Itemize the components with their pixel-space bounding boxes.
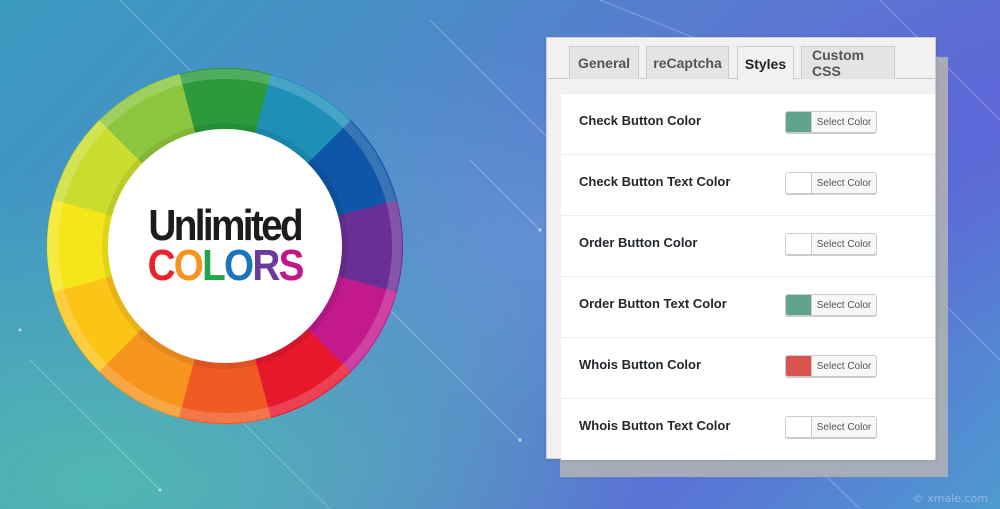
setting-row-order-button-color: Order Button Color Select Color bbox=[561, 216, 935, 277]
setting-row-check-button-color: Check Button Color Select Color bbox=[561, 94, 935, 155]
select-color-label: Select Color bbox=[816, 299, 872, 311]
logo-letter: O bbox=[223, 241, 254, 290]
watermark: © xmale.com bbox=[912, 492, 988, 505]
logo-word-unlimited: Unlimited bbox=[148, 201, 304, 250]
setting-label: Order Button Text Color bbox=[579, 296, 727, 311]
select-color-button[interactable]: Select Color bbox=[785, 355, 877, 377]
select-color-button[interactable]: Select Color bbox=[785, 111, 877, 133]
select-color-button[interactable]: Select Color bbox=[785, 233, 877, 255]
color-swatch[interactable] bbox=[786, 234, 812, 254]
logo-letter: C bbox=[147, 241, 175, 290]
logo-letter: O bbox=[173, 241, 204, 290]
select-color-label: Select Color bbox=[816, 421, 872, 433]
tab-custom-css[interactable]: Custom CSS bbox=[801, 46, 895, 79]
setting-row-whois-button-color: Whois Button Color Select Color bbox=[561, 338, 935, 399]
style-settings-list: Check Button Color Select Color Check Butt… bbox=[561, 94, 935, 460]
select-color-label: Select Color bbox=[816, 238, 872, 250]
unlimited-colors-logo: Unlimited COLORS bbox=[108, 129, 342, 363]
color-swatch[interactable] bbox=[786, 417, 812, 437]
setting-row-check-button-text-color: Check Button Text Color Select Color bbox=[561, 155, 935, 216]
select-color-label: Select Color bbox=[816, 360, 872, 372]
logo-word-colors: COLORS bbox=[147, 244, 304, 288]
logo-letter: S bbox=[278, 241, 304, 290]
tab-general[interactable]: General bbox=[569, 46, 639, 79]
color-swatch[interactable] bbox=[786, 295, 812, 315]
setting-label: Check Button Text Color bbox=[579, 174, 731, 189]
select-color-button[interactable]: Select Color bbox=[785, 294, 877, 316]
setting-row-order-button-text-color: Order Button Text Color Select Color bbox=[561, 277, 935, 338]
select-color-label: Select Color bbox=[816, 177, 872, 189]
logo-letter: R bbox=[252, 241, 280, 290]
color-swatch[interactable] bbox=[786, 173, 812, 193]
color-swatch[interactable] bbox=[786, 112, 812, 132]
setting-row-whois-button-text-color: Whois Button Text Color Select Color bbox=[561, 399, 935, 460]
setting-label: Order Button Color bbox=[579, 235, 698, 250]
setting-label: Whois Button Text Color bbox=[579, 418, 731, 433]
tab-styles[interactable]: Styles bbox=[737, 46, 794, 80]
tab-bar: General reCaptcha Styles Custom CSS bbox=[547, 38, 935, 80]
setting-label: Whois Button Color bbox=[579, 357, 702, 372]
select-color-label: Select Color bbox=[816, 116, 872, 128]
select-color-button[interactable]: Select Color bbox=[785, 172, 877, 194]
logo-letter: L bbox=[202, 241, 226, 290]
color-swatch[interactable] bbox=[786, 356, 812, 376]
color-wheel: Unlimited COLORS bbox=[45, 66, 405, 426]
setting-label: Check Button Color bbox=[579, 113, 702, 128]
settings-panel: General reCaptcha Styles Custom CSS Chec… bbox=[546, 37, 936, 460]
select-color-button[interactable]: Select Color bbox=[785, 416, 877, 438]
tab-recaptcha[interactable]: reCaptcha bbox=[646, 46, 729, 79]
